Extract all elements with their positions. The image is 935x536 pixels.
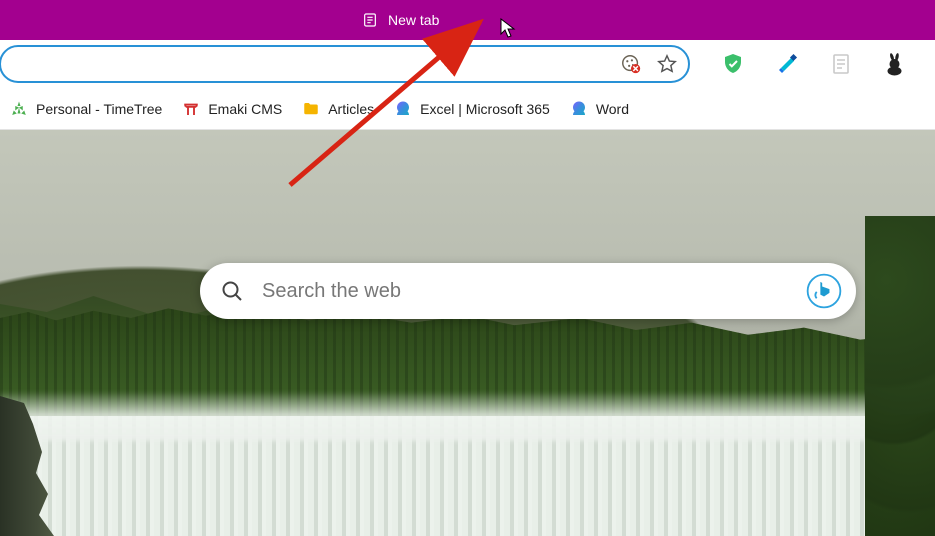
address-bar[interactable] xyxy=(0,45,690,83)
bing-chat-icon[interactable] xyxy=(804,271,844,311)
bookmark-label: Personal - TimeTree xyxy=(36,101,162,117)
toolbar xyxy=(0,40,935,88)
favorite-icon[interactable] xyxy=(656,53,678,75)
shield-check-icon[interactable] xyxy=(721,52,745,76)
search-box[interactable] xyxy=(200,263,856,319)
page-disabled-icon[interactable] xyxy=(829,52,853,76)
search-icon xyxy=(220,279,244,303)
torii-icon xyxy=(182,100,200,118)
rabbit-icon[interactable] xyxy=(883,52,907,76)
folder-icon xyxy=(302,100,320,118)
cookie-blocked-icon[interactable] xyxy=(620,53,642,75)
bookmark-articles[interactable]: Articles xyxy=(302,100,374,118)
bookmark-label: Word xyxy=(596,101,629,117)
bookmark-excel[interactable]: Excel | Microsoft 365 xyxy=(394,100,550,118)
tab-label: New tab xyxy=(388,12,439,28)
browser-tab[interactable]: New tab xyxy=(362,12,439,28)
new-tab-content xyxy=(0,130,935,536)
bookmark-label: Emaki CMS xyxy=(208,101,282,117)
bookmark-label: Articles xyxy=(328,101,374,117)
bookmark-emaki[interactable]: Emaki CMS xyxy=(182,100,282,118)
wallpaper-tree xyxy=(865,216,935,536)
bookmark-timetree[interactable]: Personal - TimeTree xyxy=(10,100,162,118)
address-input[interactable] xyxy=(21,56,606,72)
m365-icon xyxy=(570,100,588,118)
timetree-icon xyxy=(10,100,28,118)
bookmark-word[interactable]: Word xyxy=(570,100,629,118)
highlighter-icon[interactable] xyxy=(775,52,799,76)
m365-icon xyxy=(394,100,412,118)
bookmarks-bar: Personal - TimeTree Emaki CMS Articles E… xyxy=(0,88,935,130)
search-input[interactable] xyxy=(262,280,804,303)
toolbar-icons xyxy=(721,52,907,76)
bookmark-label: Excel | Microsoft 365 xyxy=(420,101,550,117)
wallpaper-mist xyxy=(0,391,935,441)
title-bar: New tab xyxy=(0,0,935,40)
tab-page-icon xyxy=(362,12,378,28)
